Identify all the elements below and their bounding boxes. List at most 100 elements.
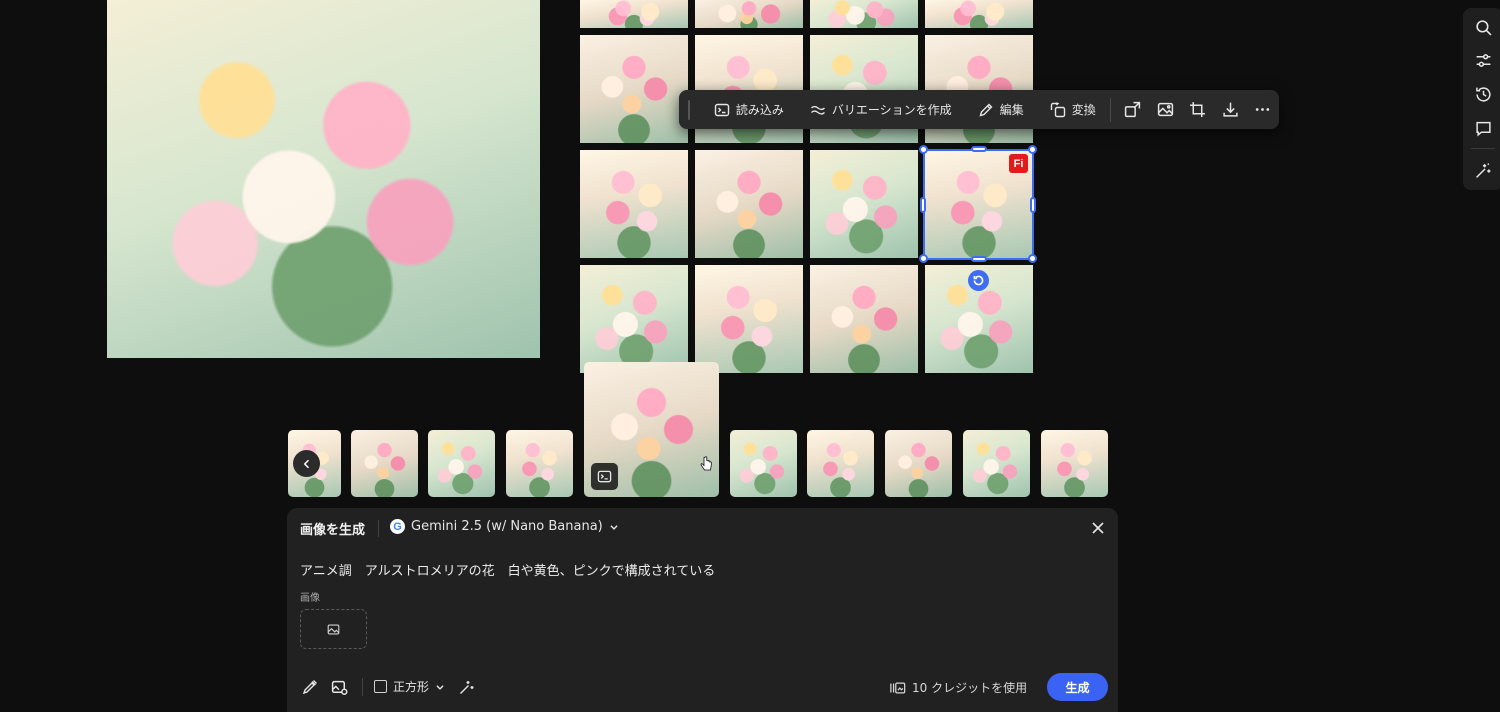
edit-button[interactable]: 編集 xyxy=(970,95,1032,125)
grid-image[interactable] xyxy=(695,265,803,373)
download-button[interactable] xyxy=(1214,95,1246,125)
more-button[interactable] xyxy=(1247,95,1279,125)
thumbnail[interactable] xyxy=(428,430,495,497)
bottom-bar-divider xyxy=(362,678,363,696)
credits-label: 10 クレジットを使用 xyxy=(912,681,1028,695)
grid-image[interactable] xyxy=(580,35,688,143)
grid-image[interactable] xyxy=(810,150,918,258)
grid-image[interactable] xyxy=(580,0,688,28)
resize-handle[interactable] xyxy=(971,256,987,262)
eyedropper-button[interactable] xyxy=(300,677,320,697)
credits-info: 10 クレジットを使用 xyxy=(890,679,1027,696)
convert-button[interactable]: 変換 xyxy=(1042,95,1104,125)
toolbar-divider xyxy=(1109,97,1111,122)
resize-handle[interactable] xyxy=(971,146,987,152)
model-select[interactable]: G Gemini 2.5 (w/ Nano Banana) xyxy=(390,519,619,534)
magic-icon xyxy=(1475,162,1490,178)
main-generated-image[interactable] xyxy=(107,0,540,358)
panel-divider xyxy=(378,520,379,537)
pencil-icon xyxy=(979,103,993,117)
comment-button[interactable] xyxy=(1471,116,1495,140)
crop-icon xyxy=(1190,102,1206,117)
close-icon[interactable] xyxy=(1090,520,1106,536)
image-button[interactable] xyxy=(1149,95,1181,125)
grid-image[interactable] xyxy=(810,265,918,373)
convert-label: 変換 xyxy=(1071,103,1096,117)
resize-handle[interactable] xyxy=(919,145,928,154)
grid-image[interactable] xyxy=(695,0,803,28)
more-icon xyxy=(1256,108,1270,111)
download-icon xyxy=(1223,102,1238,117)
thumbnail[interactable] xyxy=(1041,430,1108,497)
upscale-icon xyxy=(1125,101,1141,118)
grid-image[interactable] xyxy=(580,150,688,258)
firefly-badge: Fi xyxy=(1009,154,1028,173)
grid-image[interactable] xyxy=(580,265,688,373)
style-reference-button[interactable] xyxy=(329,677,349,697)
variation-label: バリエーションを作成 xyxy=(831,103,952,117)
rotate-icon xyxy=(973,275,984,286)
generate-panel: 画像を生成 G Gemini 2.5 (w/ Nano Banana) アニメ調… xyxy=(287,508,1118,712)
thumbnail[interactable] xyxy=(506,430,573,497)
import-button[interactable]: 読み込み xyxy=(706,95,792,125)
history-button[interactable] xyxy=(1471,82,1495,106)
thumbnail[interactable] xyxy=(730,430,797,497)
rail-divider xyxy=(1471,148,1495,149)
edit-label: 編集 xyxy=(999,103,1024,117)
variation-button[interactable]: バリエーションを作成 xyxy=(802,95,960,125)
rotate-button[interactable] xyxy=(968,270,989,291)
google-logo-icon: G xyxy=(390,519,405,534)
generate-button[interactable]: 生成 xyxy=(1047,673,1108,701)
terminal-icon xyxy=(597,470,612,483)
adjust-button[interactable] xyxy=(1471,48,1495,72)
chevron-down-icon xyxy=(610,524,618,530)
image-settings-icon xyxy=(331,680,347,695)
model-name: Gemini 2.5 (w/ Nano Banana) xyxy=(411,519,603,534)
prompt-info-button[interactable] xyxy=(591,463,618,490)
history-icon xyxy=(1475,86,1491,102)
resize-handle[interactable] xyxy=(919,254,928,263)
thumbnail[interactable] xyxy=(885,430,952,497)
magic-effects-button[interactable] xyxy=(457,677,477,697)
grid-image[interactable] xyxy=(695,150,803,258)
thumbnail[interactable] xyxy=(351,430,418,497)
thumbnail[interactable] xyxy=(963,430,1030,497)
thumbnails-prev-button[interactable] xyxy=(293,450,320,477)
square-ratio-icon xyxy=(374,680,387,693)
resize-handle[interactable] xyxy=(1028,145,1037,154)
import-label: 読み込み xyxy=(735,103,784,117)
chevron-left-icon xyxy=(303,459,309,468)
crop-button[interactable] xyxy=(1182,95,1214,125)
resize-handle[interactable] xyxy=(1028,254,1037,263)
image-label: 画像 xyxy=(300,593,320,604)
aspect-ratio-select[interactable]: 正方形 xyxy=(374,678,445,695)
reference-image-drop[interactable] xyxy=(300,609,367,649)
thumbnail[interactable] xyxy=(807,430,874,497)
search-icon xyxy=(1475,19,1492,36)
chevron-down-icon xyxy=(436,684,444,690)
transform-icon xyxy=(1050,101,1065,117)
image-icon xyxy=(1157,102,1174,117)
panel-title: 画像を生成 xyxy=(300,523,366,538)
grid-image[interactable] xyxy=(810,0,918,28)
wave-icon xyxy=(810,105,825,115)
resize-handle[interactable] xyxy=(1030,197,1036,213)
toolbar-grip[interactable] xyxy=(688,99,690,120)
eyedropper-icon xyxy=(302,680,317,695)
terminal-icon xyxy=(714,103,730,116)
panel-bottom-bar: 正方形 10 クレジットを使用 生成 xyxy=(287,672,1118,702)
credits-icon xyxy=(890,681,906,694)
aspect-label: 正方形 xyxy=(393,680,430,694)
magic-button[interactable] xyxy=(1471,158,1495,182)
image-icon xyxy=(327,623,340,635)
comment-icon xyxy=(1475,121,1491,136)
search-button[interactable] xyxy=(1471,15,1495,39)
sliders-icon xyxy=(1476,53,1490,67)
grid-image[interactable] xyxy=(925,0,1033,28)
hand-cursor-icon xyxy=(700,456,712,471)
right-rail xyxy=(1463,8,1500,190)
magic-icon xyxy=(460,681,474,694)
resize-handle[interactable] xyxy=(920,197,926,213)
upscale-button[interactable] xyxy=(1117,95,1149,125)
prompt-input[interactable]: アニメ調 アルストロメリアの花 白や黄色、ピンクで構成されている xyxy=(300,560,715,579)
